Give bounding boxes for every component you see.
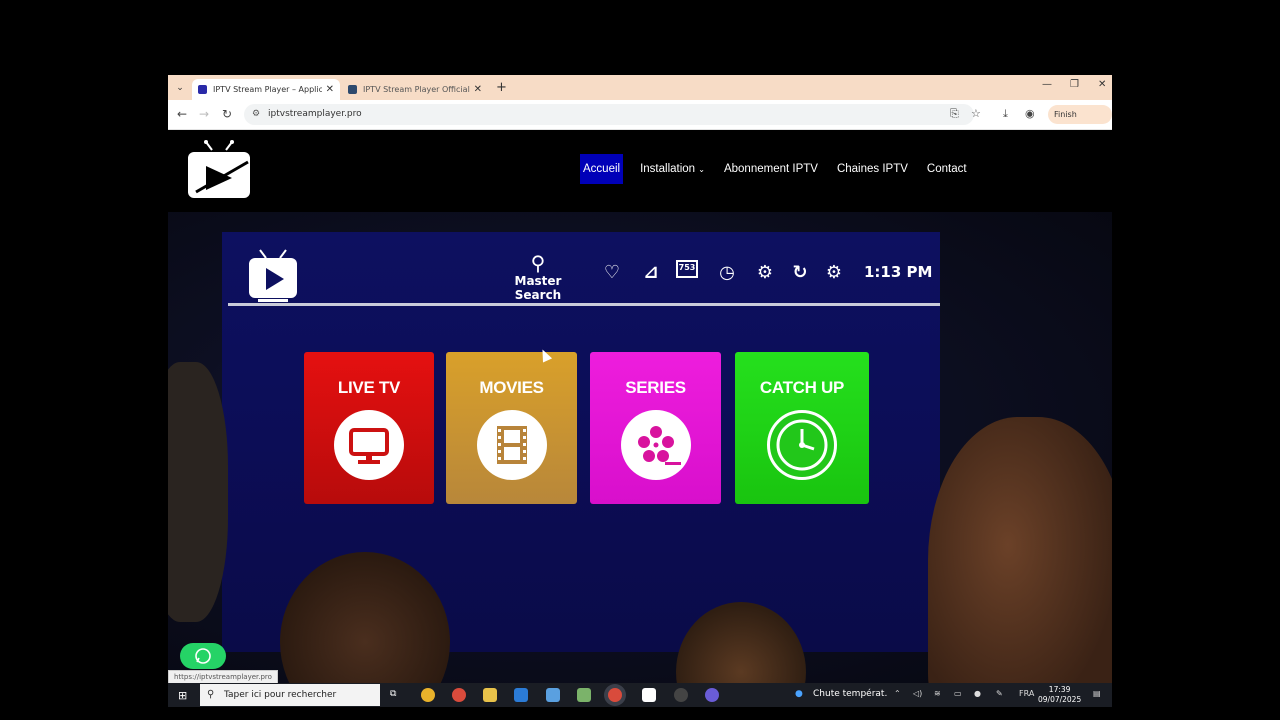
minimize-icon[interactable]: — [1042, 79, 1052, 90]
hero-image: ⚲ Master Search ♡ ⊿ 753 ◷ ⚙ ↻ ⚙ 1:13 PM … [168, 212, 1112, 686]
bookmark-star-icon[interactable]: ☆ [971, 107, 981, 120]
tv-topbar: ⚲ Master Search ♡ ⊿ 753 ◷ ⚙ ↻ ⚙ 1:13 PM [222, 232, 940, 310]
weather-text[interactable]: Chute températ. [813, 689, 887, 699]
site-info-icon[interactable]: ⚙ [252, 104, 260, 125]
heart-icon: ♡ [603, 262, 621, 283]
reload-icon[interactable]: ↻ [222, 107, 232, 121]
clock-icon: ◷ [719, 262, 735, 283]
site-logo[interactable] [186, 140, 252, 200]
tv-time: 1:13 PM [864, 263, 933, 281]
app-icon[interactable] [577, 688, 591, 702]
tray-chevron-icon[interactable]: ⌃ [894, 689, 901, 698]
chrome-active-icon[interactable] [608, 688, 622, 702]
language-indicator[interactable]: FRA [1019, 689, 1034, 698]
tab-active[interactable]: IPTV Stream Player – Application ✕ [192, 79, 340, 100]
screen-recording: ⌄ IPTV Stream Player – Application ✕ IPT… [168, 75, 1112, 707]
tile-live-tv: LIVE TV [304, 352, 434, 504]
site-header: Accueil Installation ⌄ Abonnement IPTV C… [168, 130, 1112, 212]
main-nav: Accueil Installation ⌄ Abonnement IPTV C… [580, 154, 984, 184]
settings-icon: ⚙ [825, 262, 843, 283]
weather-icon: ● [795, 689, 803, 699]
address-bar[interactable]: ⚙ iptvstreamplayer.pro [244, 104, 974, 125]
tile-label: SERIES [625, 378, 686, 397]
network-icon[interactable]: ≋ [934, 689, 941, 698]
tab-inactive[interactable]: IPTV Stream Player Official : télé ✕ [342, 79, 488, 100]
tab-title: IPTV Stream Player – Application [213, 85, 322, 94]
audience-head [928, 417, 1112, 686]
tab-title: IPTV Stream Player Official : télé [363, 85, 470, 94]
tile-movies: MOVIES [446, 352, 577, 504]
clock-icon [767, 410, 837, 480]
tab-favicon-icon [198, 85, 207, 94]
url-text: iptvstreamplayer.pro [268, 109, 362, 119]
download-icon[interactable]: ⤓ [1003, 107, 1008, 121]
app-icon[interactable] [546, 688, 560, 702]
taskbar-search-input[interactable]: ⚲ Taper ici pour rechercher [200, 684, 380, 706]
tv-app-logo [249, 249, 297, 302]
volume-icon[interactable]: ◁) [913, 689, 922, 698]
restore-icon[interactable]: ❐ [1070, 79, 1079, 90]
film-reel-icon [620, 410, 691, 480]
back-icon[interactable]: ← [177, 107, 187, 121]
tile-label: CATCH UP [759, 378, 845, 397]
search-icon: ⚲ [207, 689, 215, 700]
whatsapp-button[interactable] [180, 643, 226, 669]
nav-installation[interactable]: Installation ⌄ [638, 154, 707, 184]
tile-series: SERIES [590, 352, 721, 504]
close-window-icon[interactable]: ✕ [1098, 79, 1106, 90]
browser-tabbar: ⌄ IPTV Stream Player – Application ✕ IPT… [168, 75, 1112, 100]
taskbar-clock[interactable]: 17:39 09/07/2025 [1038, 685, 1081, 705]
windows-start-icon[interactable]: ⊞ [178, 689, 187, 702]
close-tab-icon[interactable]: ✕ [474, 84, 482, 95]
capcut-icon[interactable] [642, 688, 656, 702]
chevron-down-icon: ⌄ [698, 165, 705, 174]
master-search: ⚲ Master Search [498, 252, 578, 302]
task-view-icon[interactable]: ⧉ [390, 689, 396, 699]
taskbar-search-placeholder: Taper ici pour rechercher [224, 690, 337, 700]
tab-favicon-icon [348, 85, 357, 94]
tile-catch-up: CATCH UP [735, 352, 869, 504]
clock-date: 09/07/2025 [1038, 695, 1082, 704]
film-icon [476, 410, 547, 480]
nav-contact[interactable]: Contact [925, 154, 969, 184]
chrome-icon[interactable] [452, 688, 466, 702]
file-explorer-icon[interactable] [483, 688, 497, 702]
new-tab-icon[interactable]: + [496, 80, 507, 95]
status-bar-url: https://iptvstreamplayer.pro [168, 670, 278, 684]
profile-icon[interactable]: ◉ [1025, 107, 1035, 120]
finish-update-button[interactable]: Finish update ⋮ [1048, 105, 1112, 138]
chrome-icon[interactable] [421, 688, 435, 702]
cast-icon: ⊿ [643, 262, 659, 283]
audience-head [168, 362, 228, 622]
refresh-icon: ↻ [792, 262, 808, 283]
browser-toolbar: ← → ↻ ⚙ iptvstreamplayer.pro ⎘ ☆ ⤓ ◉ Fin… [168, 100, 1112, 138]
notification-icon[interactable]: ▤ [1093, 689, 1101, 698]
photos-icon[interactable] [514, 688, 528, 702]
close-tab-icon[interactable]: ✕ [326, 84, 334, 95]
app-icon[interactable] [705, 688, 719, 702]
master-search-label: Master Search [514, 274, 562, 302]
clock-time: 17:39 [1048, 685, 1071, 694]
translate-icon[interactable]: ⎘ [950, 107, 959, 121]
mic-icon[interactable]: ● [974, 689, 981, 698]
nav-abonnement[interactable]: Abonnement IPTV [722, 154, 820, 184]
epg-icon: 753 [676, 260, 698, 278]
nav-accueil[interactable]: Accueil [580, 154, 624, 184]
tile-label: LIVE TV [337, 378, 401, 397]
pen-icon[interactable]: ✎ [996, 689, 1003, 698]
tile-label: MOVIES [479, 378, 544, 397]
divider [228, 303, 940, 306]
monitor-icon [334, 410, 404, 480]
tab-search-chevron-icon[interactable]: ⌄ [172, 80, 188, 96]
battery-icon[interactable]: ▭ [954, 689, 962, 698]
forward-icon[interactable]: → [199, 107, 209, 121]
obs-icon[interactable] [674, 688, 688, 702]
nav-chaines[interactable]: Chaines IPTV [835, 154, 910, 184]
gear-icon: ⚙ [756, 262, 774, 283]
windows-taskbar: ⊞ ⚲ Taper ici pour rechercher ⧉ ● Chute … [168, 683, 1112, 707]
search-icon: ⚲ [530, 251, 546, 275]
